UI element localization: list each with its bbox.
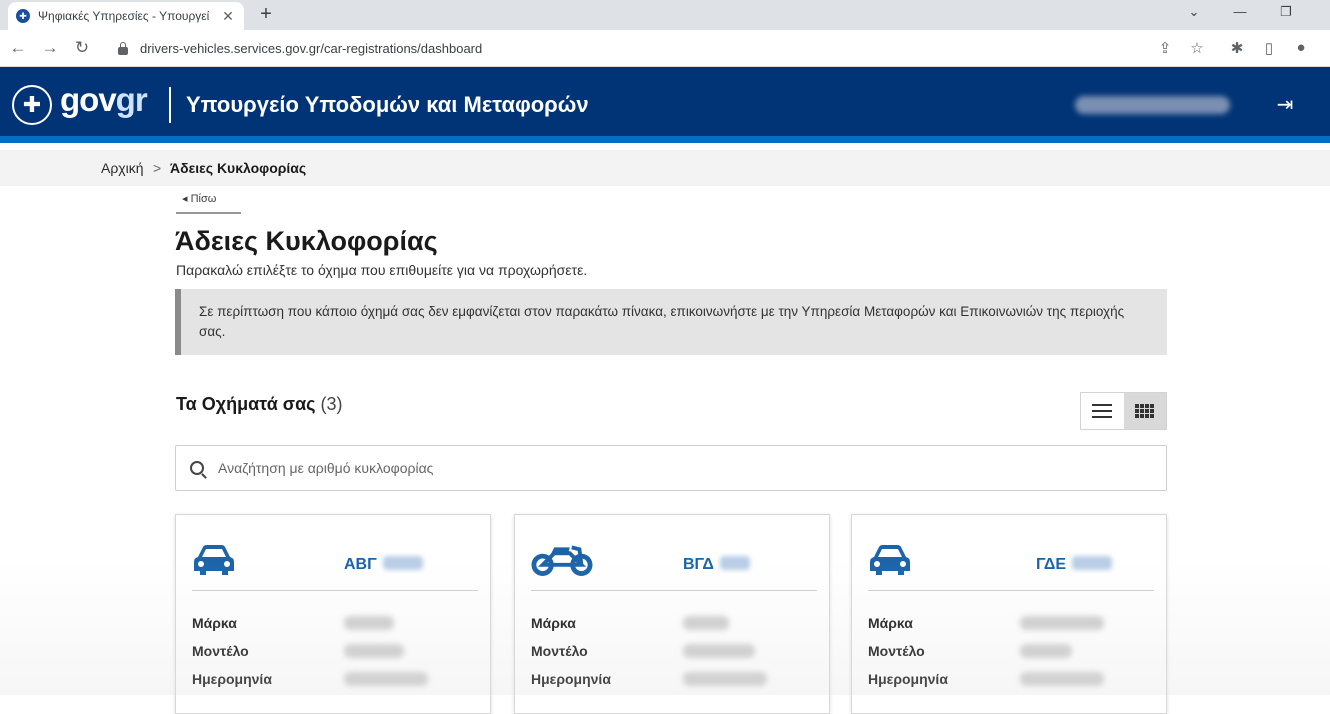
vehicle-card[interactable]: ΑΒΓ Μάρκα Μοντέλο Ημερομηνία [175, 514, 491, 714]
model-label: Μοντέλο [868, 643, 925, 659]
header-stripe [0, 136, 1330, 143]
plate-number: ΓΔΕ [1036, 556, 1113, 574]
forward-arrow-icon[interactable]: → [40, 38, 60, 58]
page-title: Άδειες Κυκλοφορίας [175, 226, 438, 256]
extensions-icon[interactable]: ✱ [1228, 39, 1246, 57]
logout-icon[interactable]: ⇥ [1274, 94, 1296, 116]
vehicle-card[interactable]: ΓΔΕ Μάρκα Μοντέλο Ημερομηνία [851, 514, 1167, 714]
brand-label: Μάρκα [868, 615, 913, 631]
plate-redacted [1072, 556, 1113, 570]
ministry-title: Υπουργείο Υποδομών και Μεταφορών [186, 92, 589, 117]
site-header: ✚ govgr Υπουργείο Υποδομών και Μεταφορών… [0, 67, 1330, 143]
date-label: Ημερομηνία [868, 671, 948, 687]
brand-value-redacted [344, 616, 394, 630]
notice-text: Σε περίπτωση που κάποιο όχημά σας δεν εμ… [199, 304, 1125, 339]
plate-prefix: ΑΒΓ [344, 556, 377, 573]
back-arrow-icon[interactable]: ← [8, 38, 28, 58]
plate-number: ΑΒΓ [344, 556, 423, 574]
tab-title: Ψηφιακές Υπηρεσίες - Υπουργεί [38, 9, 210, 23]
date-label: Ημερομηνία [192, 671, 272, 687]
list-view-button[interactable] [1081, 393, 1124, 429]
greek-emblem-icon: ✚ [12, 85, 52, 125]
vehicles-count: (3) [320, 394, 343, 414]
plate-prefix: ΓΔΕ [1036, 556, 1067, 573]
brand-label: Μάρκα [192, 615, 237, 631]
car-icon [870, 545, 910, 575]
share-icon[interactable]: ⇪ [1156, 39, 1174, 57]
vehicle-card-header: ΒΓΔ [531, 527, 817, 591]
grid-icon [1134, 404, 1155, 418]
header-divider [169, 87, 171, 123]
plate-redacted [382, 556, 423, 570]
browser-toolbar: ← → ↻ drivers-vehicles.services.gov.gr/c… [0, 30, 1330, 67]
browser-tabbar: ✚ Ψηφιακές Υπηρεσίες - Υπουργεί ✕ + ⌄ — … [0, 0, 1330, 30]
plate-number: ΒΓΔ [683, 556, 750, 574]
breadcrumb: Αρχική > Άδειες Κυκλοφορίας [0, 150, 1330, 186]
caret-left-icon: ◂ [182, 193, 188, 205]
car-icon [194, 545, 234, 575]
plate-prefix: ΒΓΔ [683, 556, 714, 573]
site-favicon-icon: ✚ [16, 9, 30, 23]
lock-icon[interactable] [118, 41, 128, 55]
vehicles-title: Τα Οχήματά σας [176, 394, 316, 414]
date-value-redacted [344, 672, 428, 686]
date-value-redacted [1020, 672, 1104, 686]
view-toggle [1080, 392, 1167, 430]
bookmark-star-icon[interactable]: ☆ [1188, 39, 1206, 57]
model-value-redacted [344, 644, 404, 658]
model-label: Μοντέλο [531, 643, 588, 659]
govgr-logo[interactable]: govgr [60, 81, 148, 119]
date-label: Ημερομηνία [531, 671, 611, 687]
grid-view-button[interactable] [1123, 393, 1166, 429]
reload-icon[interactable]: ↻ [72, 38, 92, 58]
plate-search-input[interactable] [218, 460, 1118, 476]
page-subtitle: Παρακαλώ επιλέξτε το όχημα που επιθυμείτ… [176, 262, 588, 278]
side-panel-icon[interactable]: ▯ [1260, 39, 1278, 57]
brand-value-redacted [683, 616, 729, 630]
vehicle-card-header: ΑΒΓ [192, 527, 478, 591]
plate-search-box[interactable] [175, 445, 1167, 491]
model-value-redacted [683, 644, 755, 658]
model-value-redacted [1020, 644, 1072, 658]
logo-gr: gr [115, 81, 148, 118]
list-icon [1092, 404, 1113, 418]
profile-icon[interactable]: ● [1292, 39, 1310, 56]
user-name-redacted [1075, 96, 1230, 114]
url-text[interactable]: drivers-vehicles.services.gov.gr/car-reg… [140, 41, 482, 56]
address-bar[interactable]: drivers-vehicles.services.gov.gr/car-reg… [104, 34, 1214, 63]
minimize-icon[interactable]: — [1231, 4, 1249, 19]
vehicles-heading: Τα Οχήματά σας (3) [176, 394, 343, 415]
vehicle-card-header: ΓΔΕ [868, 527, 1154, 591]
model-label: Μοντέλο [192, 643, 249, 659]
search-icon [190, 461, 204, 475]
tab-close-icon[interactable]: ✕ [220, 8, 236, 25]
back-link[interactable]: ◂ Πίσω [176, 193, 241, 214]
vehicle-card[interactable]: ΒΓΔ Μάρκα Μοντέλο Ημερομηνία [514, 514, 830, 714]
browser-tab[interactable]: ✚ Ψηφιακές Υπηρεσίες - Υπουργεί ✕ [8, 2, 244, 30]
info-notice: Σε περίπτωση που κάποιο όχημά σας δεν εμ… [175, 289, 1167, 355]
brand-value-redacted [1020, 616, 1104, 630]
breadcrumb-chevron-icon: > [153, 160, 162, 176]
back-label: Πίσω [190, 193, 217, 205]
breadcrumb-home-link[interactable]: Αρχική [101, 160, 144, 176]
date-value-redacted [683, 672, 767, 686]
restore-icon[interactable]: ❐ [1277, 4, 1295, 20]
tab-search-icon[interactable]: ⌄ [1185, 4, 1203, 20]
brand-label: Μάρκα [531, 615, 576, 631]
new-tab-button[interactable]: + [256, 3, 276, 26]
logo-gov: gov [60, 81, 117, 118]
close-window-icon[interactable] [1311, 4, 1325, 18]
motorcycle-icon [531, 545, 593, 576]
plate-redacted [719, 556, 750, 570]
breadcrumb-current: Άδειες Κυκλοφορίας [170, 160, 307, 176]
